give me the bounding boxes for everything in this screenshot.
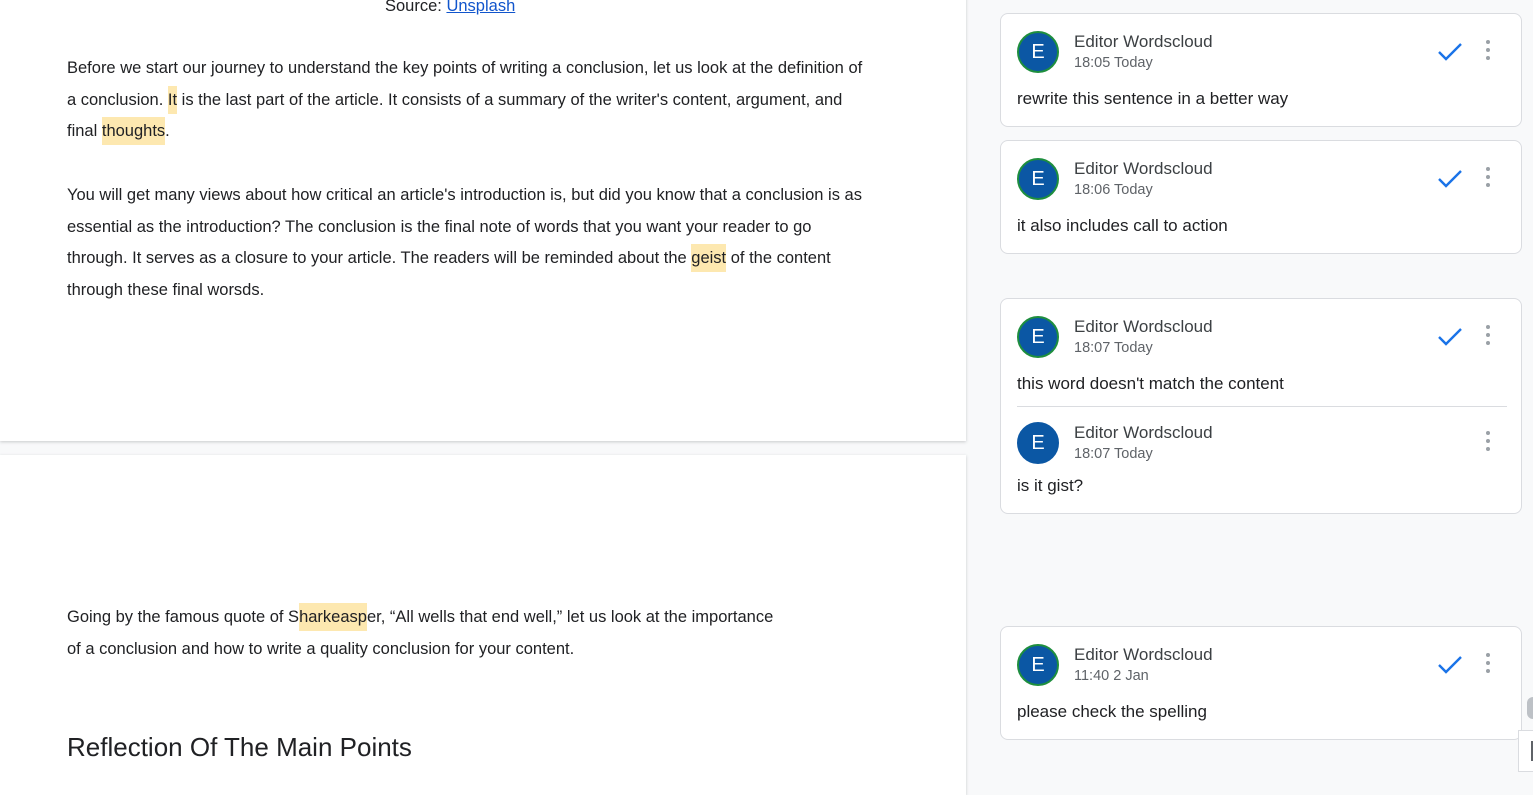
text-run: Going by the famous quote of S: [67, 608, 300, 626]
more-vert-icon[interactable]: [1485, 167, 1491, 189]
reply-time: 18:07 Today: [1074, 446, 1153, 462]
paragraph-quote[interactable]: Going by the famous quote of Sharkeasper…: [67, 602, 787, 665]
comment-author: Editor Wordscloud: [1074, 159, 1213, 178]
comment-header: E Editor Wordscloud 18:06 Today: [1017, 158, 1507, 206]
section-heading[interactable]: Reflection Of The Main Points: [67, 729, 412, 765]
comment-author: Editor Wordscloud: [1074, 317, 1213, 336]
comment-thread-card[interactable]: E Editor Wordscloud 18:07 Today this wor…: [1000, 298, 1522, 514]
check-icon[interactable]: [1437, 654, 1463, 676]
comment-card[interactable]: E Editor Wordscloud 18:06 Today it also …: [1000, 140, 1522, 254]
check-icon[interactable]: [1437, 326, 1463, 348]
scroll-handle[interactable]: [1527, 697, 1533, 719]
comment-text: please check the spelling: [1017, 702, 1207, 721]
text-run: is the last part of the article. It cons…: [67, 90, 843, 141]
more-vert-icon[interactable]: [1485, 40, 1491, 62]
comment-highlight[interactable]: It: [167, 85, 178, 114]
comment-highlight[interactable]: geist: [691, 244, 727, 273]
comment-header: E Editor Wordscloud 11:40 2 Jan: [1017, 644, 1507, 692]
avatar: E: [1017, 422, 1059, 464]
avatar: E: [1017, 644, 1059, 686]
source-link[interactable]: Unsplash: [446, 0, 515, 15]
comment-text: this word doesn't match the content: [1017, 374, 1284, 393]
check-icon[interactable]: [1437, 168, 1463, 190]
comment-time: 18:07 Today: [1074, 340, 1153, 356]
more-vert-icon[interactable]: [1485, 325, 1491, 347]
source-label: Source:: [385, 0, 447, 15]
more-vert-icon[interactable]: [1485, 431, 1491, 453]
comment-time: 18:06 Today: [1074, 182, 1153, 198]
reply-header: E Editor Wordscloud 18:07 Today: [1017, 422, 1507, 470]
paragraph-definition[interactable]: Before we start our journey to understan…: [67, 53, 867, 148]
avatar: E: [1017, 316, 1059, 358]
side-panel-toggle[interactable]: [1518, 730, 1533, 772]
comment-text: it also includes call to action: [1017, 216, 1228, 235]
comment-highlight[interactable]: thoughts: [101, 117, 166, 146]
comment-header: E Editor Wordscloud 18:07 Today: [1017, 316, 1507, 364]
comment-highlight[interactable]: harkeasp: [299, 603, 367, 631]
check-icon[interactable]: [1437, 41, 1463, 63]
paragraph-importance[interactable]: You will get many views about how critic…: [67, 180, 867, 307]
image-source-caption: Source: Unsplash: [385, 0, 515, 18]
comment-time: 11:40 2 Jan: [1074, 668, 1149, 684]
comment-author: Editor Wordscloud: [1074, 32, 1213, 51]
comment-time: 18:05 Today: [1074, 55, 1153, 71]
comment-text: rewrite this sentence in a better way: [1017, 89, 1289, 108]
comment-header: E Editor Wordscloud 18:05 Today: [1017, 31, 1507, 79]
comment-card[interactable]: E Editor Wordscloud 11:40 2 Jan please c…: [1000, 626, 1522, 740]
avatar: E: [1017, 158, 1059, 200]
reply-author: Editor Wordscloud: [1074, 423, 1213, 442]
reply-text: is it gist?: [1017, 476, 1084, 495]
text-run: .: [165, 122, 170, 141]
avatar: E: [1017, 31, 1059, 73]
comment-author: Editor Wordscloud: [1074, 645, 1213, 664]
comment-card[interactable]: E Editor Wordscloud 18:05 Today rewrite …: [1000, 13, 1522, 127]
more-vert-icon[interactable]: [1485, 653, 1491, 675]
reply-divider: [1017, 406, 1507, 407]
